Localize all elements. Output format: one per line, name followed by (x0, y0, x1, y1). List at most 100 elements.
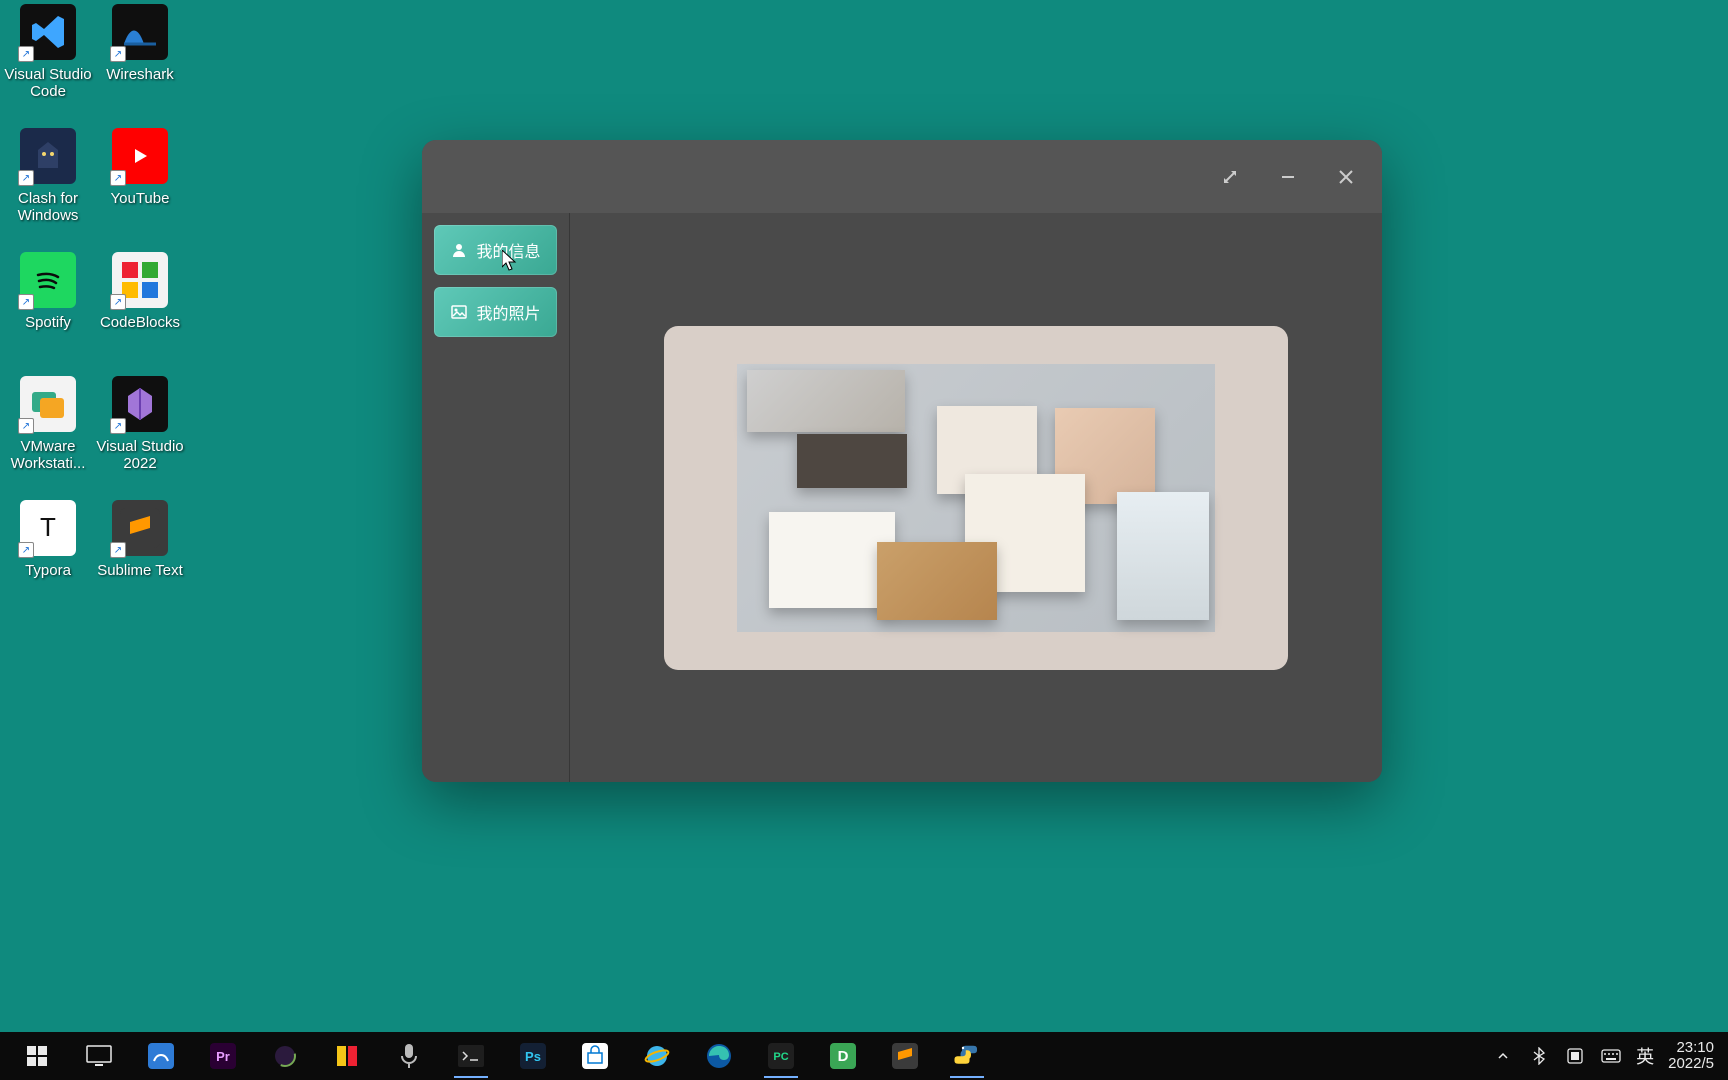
expand-icon (1222, 169, 1238, 185)
taskbar-python[interactable] (936, 1032, 998, 1080)
shortcut-arrow-icon: ↗ (110, 170, 126, 186)
shortcut-arrow-icon: ↗ (110, 294, 126, 310)
desktop-icon-label: Visual Studio Code (0, 66, 96, 101)
yellow-icon (330, 1039, 364, 1073)
premiere-icon: Pr (206, 1039, 240, 1073)
desktop-icon-label: Spotify (25, 314, 71, 331)
eclipse-icon (268, 1039, 302, 1073)
desktop-icon-vmware[interactable]: ↗ VMware Workstati... (0, 376, 96, 473)
green-d-icon: D (826, 1039, 860, 1073)
shortcut-arrow-icon: ↗ (18, 46, 34, 62)
terminal-icon (454, 1039, 488, 1073)
sidebar-item-photos[interactable]: 我的照片 (434, 287, 557, 337)
taskbar-sublime[interactable] (874, 1032, 936, 1080)
shortcut-arrow-icon: ↗ (18, 170, 34, 186)
desktop-icon-label: Sublime Text (97, 562, 183, 579)
svg-text:Ps: Ps (525, 1049, 541, 1064)
desktop-icon-label: Typora (25, 562, 71, 579)
desktop-icon-vs2022[interactable]: ↗Visual Studio 2022 (92, 376, 188, 473)
clock[interactable]: 23:10 2022/5 (1668, 1040, 1714, 1073)
taskview-icon (82, 1039, 116, 1073)
app-blue-icon (144, 1039, 178, 1073)
pycharm-icon: PC (764, 1039, 798, 1073)
desktop-icon-typora[interactable]: T↗ Typora (0, 500, 96, 579)
desktop-icon-clash[interactable]: ↗ Clash for Windows (0, 128, 96, 225)
tray-chevron-icon[interactable] (1492, 1045, 1514, 1067)
typora-icon: T↗ (20, 500, 76, 556)
desktop-icon-label: Clash for Windows (0, 190, 96, 225)
clash-icon: ↗ (20, 128, 76, 184)
taskbar-eclipse[interactable] (254, 1032, 316, 1080)
task-view-button[interactable] (68, 1032, 130, 1080)
minimize-icon (1281, 170, 1295, 184)
desktop-icon-vscode[interactable]: ↗ Visual Studio Code (0, 4, 96, 101)
keyboard-icon[interactable] (1600, 1045, 1622, 1067)
sample-board (737, 364, 1215, 632)
spotify-icon: ↗ (20, 252, 76, 308)
image-icon (450, 303, 468, 321)
clock-time: 23:10 (1668, 1040, 1714, 1057)
desktop-icon-sublime[interactable]: ↗ Sublime Text (92, 500, 188, 579)
clock-date: 2022/5 (1668, 1056, 1714, 1073)
desktop-icon-label: YouTube (111, 190, 170, 207)
taskbar-edge[interactable] (688, 1032, 750, 1080)
shortcut-arrow-icon: ↗ (110, 46, 126, 62)
sublime-tb-icon (888, 1039, 922, 1073)
taskbar-right: 英 23:10 2022/5 (1492, 1040, 1728, 1073)
taskbar-app-3[interactable]: D (812, 1032, 874, 1080)
svg-text:Pr: Pr (216, 1049, 230, 1064)
taskbar-terminal[interactable] (440, 1032, 502, 1080)
tray-app-icon[interactable] (1564, 1045, 1586, 1067)
sidebar-item-label: 我的照片 (476, 300, 540, 324)
desktop-icon-spotify[interactable]: ↗ Spotify (0, 252, 96, 331)
taskbar-pycharm[interactable]: PC (750, 1032, 812, 1080)
desktop-icon-label: CodeBlocks (100, 314, 180, 331)
ime-indicator[interactable]: 英 (1636, 1043, 1654, 1069)
codeblocks-icon: ↗ (112, 252, 168, 308)
start-icon (20, 1039, 54, 1073)
shortcut-arrow-icon: ↗ (110, 542, 126, 558)
sublime-icon: ↗ (112, 500, 168, 556)
vmware-icon: ↗ (20, 376, 76, 432)
taskbar-premiere[interactable]: Pr (192, 1032, 254, 1080)
desktop[interactable]: ↗ Visual Studio Code ↗ Wireshark ↗ Clash for … (0, 0, 1728, 1080)
close-icon (1339, 170, 1353, 184)
mic-icon (392, 1039, 426, 1073)
taskbar: Pr Ps PC D 英 23:10 2022/5 (0, 1032, 1728, 1080)
taskbar-app[interactable] (130, 1032, 192, 1080)
youtube-icon: ↗ (112, 128, 168, 184)
user-icon (450, 241, 468, 259)
bluetooth-icon[interactable] (1528, 1045, 1550, 1067)
app-body: 我的信息 我的照片 (422, 213, 1382, 782)
vs2022-icon: ↗ (112, 376, 168, 432)
desktop-icon-codeblocks[interactable]: ↗ CodeBlocks (92, 252, 188, 331)
sidebar: 我的信息 我的照片 (422, 213, 570, 782)
material-swatch (1117, 492, 1209, 620)
fullscreen-button[interactable] (1204, 155, 1256, 199)
minimize-button[interactable] (1262, 155, 1314, 199)
taskbar-app-2[interactable] (316, 1032, 378, 1080)
desktop-icon-wireshark[interactable]: ↗ Wireshark (92, 4, 188, 83)
wireshark-icon: ↗ (112, 4, 168, 60)
app-window: 我的信息 我的照片 (422, 140, 1382, 782)
content-area (570, 213, 1382, 782)
edge-icon (702, 1039, 736, 1073)
material-swatch (747, 370, 905, 432)
shortcut-arrow-icon: ↗ (18, 418, 34, 434)
sidebar-item-info[interactable]: 我的信息 (434, 225, 557, 275)
desktop-icon-youtube[interactable]: ↗ YouTube (92, 128, 188, 207)
start-button[interactable] (6, 1032, 68, 1080)
titlebar[interactable] (422, 140, 1382, 213)
shortcut-arrow-icon: ↗ (18, 294, 34, 310)
taskbar-store[interactable] (564, 1032, 626, 1080)
taskbar-photoshop[interactable]: Ps (502, 1032, 564, 1080)
taskbar-ie[interactable] (626, 1032, 688, 1080)
desktop-icon-label: Wireshark (106, 66, 174, 83)
photo-card (664, 326, 1288, 670)
material-swatch (797, 434, 907, 488)
taskbar-mic[interactable] (378, 1032, 440, 1080)
svg-text:T: T (40, 512, 56, 542)
desktop-icon-label: VMware Workstati... (0, 438, 96, 473)
close-button[interactable] (1320, 155, 1372, 199)
shortcut-arrow-icon: ↗ (110, 418, 126, 434)
